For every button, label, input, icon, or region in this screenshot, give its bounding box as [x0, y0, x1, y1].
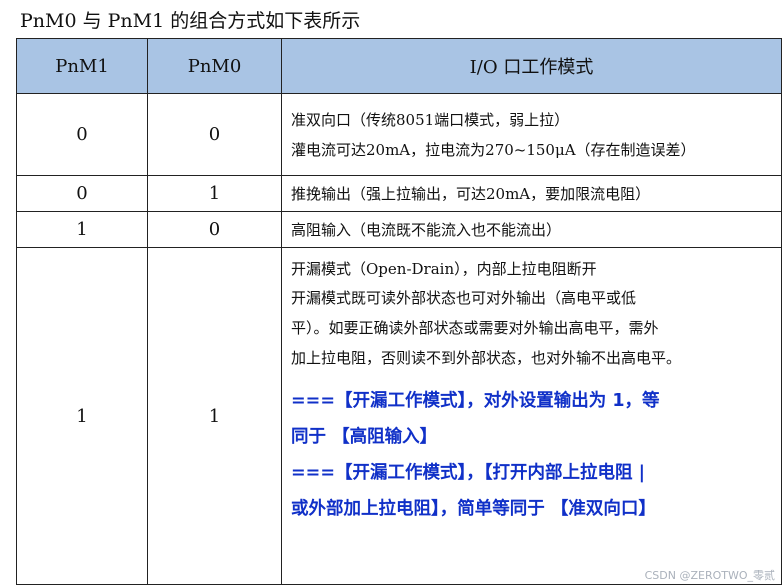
- highlight-note: 同于 【高阻输入】: [291, 427, 438, 447]
- table-row: 0 0 准双向口（传统8051端口模式，弱上拉） 灌电流可达20mA，拉电流为2…: [16, 93, 782, 176]
- table-row: 1 0 高阻输入（电流既不能流入也不能流出）: [16, 211, 782, 248]
- table-row: 0 1 推挽输出（强上拉输出，可达20mA，要加限流电阻）: [16, 175, 782, 212]
- highlight-note: ===【开漏工作模式】，对外设置输出为 1，等: [291, 391, 660, 411]
- cell-mode-description: 准双向口（传统8051端口模式，弱上拉） 灌电流可达20mA，拉电流为270~1…: [281, 93, 782, 176]
- table-caption: PnM0 与 PnM1 的组合方式如下表所示: [20, 10, 361, 32]
- header-mode: I/O 口工作模式: [281, 38, 782, 94]
- cell-pnm0: 0: [147, 211, 282, 248]
- pnm-mode-table: PnM1 PnM0 I/O 口工作模式 0 0 准双向口（传统8051端口模式，…: [16, 38, 782, 585]
- cell-pnm1: 0: [16, 93, 148, 176]
- cell-pnm0: 1: [147, 175, 282, 212]
- description-line: 灌电流可达20mA，拉电流为270~150μA（存在制造误差）: [291, 140, 696, 159]
- cell-mode-description: 推挽输出（强上拉输出，可达20mA，要加限流电阻）: [281, 175, 782, 212]
- header-pnm0: PnM0: [147, 38, 282, 94]
- watermark: CSDN @ZEROTWO_零贰: [644, 569, 775, 582]
- cell-pnm0: 1: [147, 247, 282, 585]
- header-row: PnM1 PnM0 I/O 口工作模式: [16, 38, 782, 94]
- cell-pnm1: 1: [16, 247, 148, 585]
- description-line: 推挽输出（强上拉输出，可达20mA，要加限流电阻）: [291, 184, 651, 203]
- cell-pnm1: 0: [16, 175, 148, 212]
- highlight-note: 或外部加上拉电阻】，简单等同于 【准双向口】: [291, 499, 656, 519]
- cell-pnm0: 0: [147, 93, 282, 176]
- description-line: 开漏模式（Open-Drain），内部上拉电阻断开: [291, 260, 597, 278]
- description-line: 开漏模式既可读外部状态也可对外输出（高电平或低: [291, 289, 637, 307]
- cell-pnm1: 1: [16, 211, 148, 248]
- cell-mode-description: 高阻输入（电流既不能流入也不能流出）: [281, 211, 782, 248]
- description-line: 平）。如要正确读外部状态或需要对外输出高电平，需外: [291, 319, 659, 337]
- description-line: 加上拉电阻，否则读不到外部状态，也对外输不出高电平。: [291, 349, 682, 367]
- header-pnm1: PnM1: [16, 38, 148, 94]
- highlight-note: ===【开漏工作模式】，【打开内部上拉电阻 |: [291, 463, 645, 483]
- description-line: 准双向口（传统8051端口模式，弱上拉）: [291, 110, 570, 129]
- description-line: 高阻输入（电流既不能流入也不能流出）: [291, 220, 562, 239]
- cell-mode-description: 开漏模式（Open-Drain），内部上拉电阻断开 开漏模式既可读外部状态也可对…: [281, 247, 782, 585]
- table-row: 1 1 开漏模式（Open-Drain），内部上拉电阻断开 开漏模式既可读外部状…: [16, 247, 782, 585]
